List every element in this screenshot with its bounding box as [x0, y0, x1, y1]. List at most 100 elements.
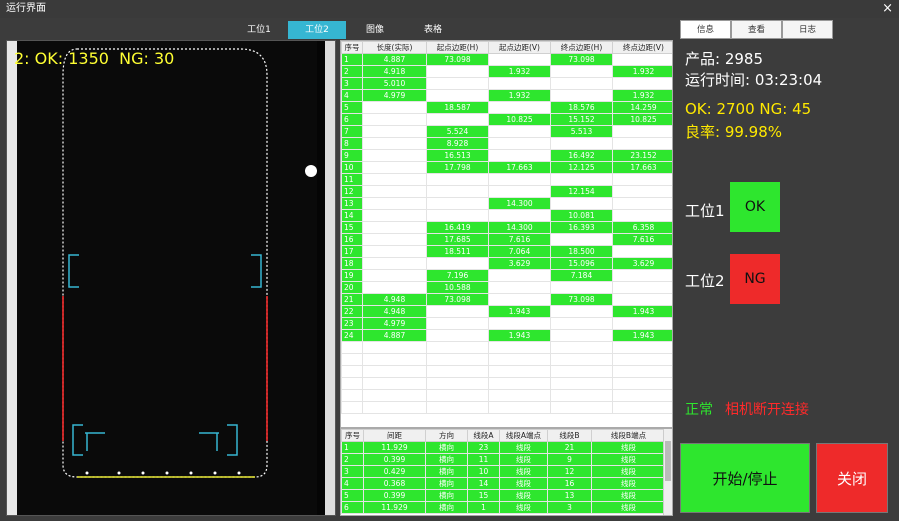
table-cell	[362, 113, 427, 126]
table-cell	[612, 281, 672, 294]
table-row[interactable]: 19 7.196 7.184	[341, 269, 672, 282]
table-row[interactable]: 21 4.948 73.098 73.098	[341, 293, 672, 306]
tab-info[interactable]: 信息	[680, 20, 731, 39]
table-cell: 16.393	[550, 221, 613, 234]
table-row[interactable]: 1 11.929 横向 23 线段 21 线段	[341, 441, 666, 454]
table-row[interactable]: 2 4.918 1.932 1.932	[341, 65, 672, 78]
table-row[interactable]: 10 17.798 17.663 12.125 17.663	[341, 161, 672, 174]
empty-cell	[341, 353, 363, 366]
table-row[interactable]: 15 16.419 14.300 16.393 6.358	[341, 221, 672, 234]
table-row[interactable]: 14 10.081	[341, 209, 672, 222]
tab-log[interactable]: 日志	[782, 20, 833, 39]
row-index: 5	[341, 101, 363, 114]
empty-cell	[426, 377, 489, 390]
image-okng-overlay: 2: OK: 1350 NG: 30	[14, 49, 175, 68]
table-cell: 1.932	[612, 89, 672, 102]
table-row[interactable]: 8 8.928	[341, 137, 672, 150]
table-row[interactable]: 6 11.929 横向 1 线段 3 线段	[341, 501, 666, 514]
table-cell: 11.929	[363, 501, 426, 514]
table-row[interactable]: 9 16.513 16.492 23.152	[341, 149, 672, 162]
table-row[interactable]: 23 4.979	[341, 317, 672, 330]
empty-cell	[550, 401, 613, 414]
table-row[interactable]: 24 4.887 1.943 1.943	[341, 329, 672, 342]
gap-table[interactable]: 序号 间距 方向 线段A 线段A端点 线段B 线段B端点 1 11.929 横向 23…	[340, 428, 673, 516]
table-cell: 1.932	[488, 89, 551, 102]
tab-view[interactable]: 查看	[731, 20, 782, 39]
table-cell: 73.098	[550, 53, 613, 66]
empty-cell	[612, 353, 672, 366]
camera-image-panel[interactable]: 2: OK: 1350 NG: 30	[6, 40, 336, 516]
table-cell	[426, 185, 489, 198]
row-index: 6	[341, 113, 363, 126]
table-cell	[488, 53, 551, 66]
empty-cell	[341, 401, 363, 414]
table-row[interactable]: 3 0.429 横向 10 线段 12 线段	[341, 465, 666, 478]
empty-cell	[488, 377, 551, 390]
table-cell: 线段	[499, 501, 548, 514]
station2-status-badge: NG	[730, 254, 780, 304]
table-row[interactable]: 18 3.629 15.096 3.629	[341, 257, 672, 270]
table-cell	[426, 89, 489, 102]
empty-cell	[550, 389, 613, 402]
col-header: 终点边距(H)	[550, 41, 613, 54]
table-row[interactable]: 22 4.948 1.943 1.943	[341, 305, 672, 318]
tab-table[interactable]: 表格	[404, 21, 462, 39]
table-row[interactable]: 5 0.399 横向 15 线段 13 线段	[341, 489, 666, 502]
row-index: 6	[341, 501, 364, 514]
start-stop-button[interactable]: 开始/停止	[680, 443, 810, 513]
table-row[interactable]: 6 10.825 15.152 10.825	[341, 113, 672, 126]
table-cell	[612, 185, 672, 198]
table-cell: 16.492	[550, 149, 613, 162]
empty-row	[341, 377, 672, 390]
table-cell: 18.576	[550, 101, 613, 114]
col-header: 间距	[363, 429, 426, 442]
table-row[interactable]: 11	[341, 173, 672, 186]
table-cell: 21	[547, 441, 592, 454]
station1-label: 工位1	[685, 202, 725, 220]
table-cell	[550, 281, 613, 294]
scrollbar-thumb[interactable]	[665, 441, 671, 481]
table-cell: 10.825	[612, 113, 672, 126]
table-cell	[612, 197, 672, 210]
table-cell: 3.629	[488, 257, 551, 270]
table-row[interactable]: 17 18.511 7.064 18.500	[341, 245, 672, 258]
table-row[interactable]: 4 0.368 横向 14 线段 16 线段	[341, 477, 666, 490]
table-row[interactable]: 16 17.685 7.616 7.616	[341, 233, 672, 246]
table-cell	[550, 173, 613, 186]
table-cell: 1.943	[488, 305, 551, 318]
table-cell: 4.887	[362, 53, 427, 66]
empty-cell	[550, 365, 613, 378]
table-cell	[612, 77, 672, 90]
gap-table-scrollbar[interactable]	[663, 429, 672, 515]
table-row[interactable]: 3 5.010	[341, 77, 672, 90]
close-button[interactable]: 关闭	[816, 443, 888, 513]
row-index: 15	[341, 221, 363, 234]
table-row[interactable]: 2 0.399 横向 11 线段 9 线段	[341, 453, 666, 466]
table-cell	[362, 197, 427, 210]
table-row[interactable]: 13 14.300	[341, 197, 672, 210]
tab-station1[interactable]: 工位1	[230, 21, 288, 39]
empty-row	[341, 365, 672, 378]
table-cell: 16	[547, 477, 592, 490]
table-cell: 7.616	[612, 233, 672, 246]
table-row[interactable]: 20 10.588	[341, 281, 672, 294]
table-cell: 5.513	[550, 125, 613, 138]
row-index: 23	[341, 317, 363, 330]
table-row[interactable]: 5 18.587 18.576 14.259	[341, 101, 672, 114]
table-cell: 12	[547, 465, 592, 478]
close-icon[interactable]: ×	[882, 0, 893, 18]
table-row[interactable]: 4 4.979 1.932 1.932	[341, 89, 672, 102]
table-row[interactable]: 12 12.154	[341, 185, 672, 198]
table-cell: 7.196	[426, 269, 489, 282]
table-row[interactable]: 1 4.887 73.098 73.098	[341, 53, 672, 66]
table-cell	[550, 317, 613, 330]
row-index: 13	[341, 197, 363, 210]
measurement-table[interactable]: 序号 长度(实际) 起点边距(H) 起点边距(V) 终点边距(H) 终点边距(V…	[340, 40, 673, 428]
table-row[interactable]: 7 5.524 5.513	[341, 125, 672, 138]
table-cell: 15.152	[550, 113, 613, 126]
empty-row	[341, 401, 672, 414]
tab-image[interactable]: 图像	[346, 21, 404, 39]
tab-station2[interactable]: 工位2	[288, 21, 346, 39]
table-cell	[488, 281, 551, 294]
gap-table-body: 1 11.929 横向 23 线段 21 线段 2 0.399 横向 11 线段 9 线段 3 0.429 横向…	[341, 441, 666, 514]
